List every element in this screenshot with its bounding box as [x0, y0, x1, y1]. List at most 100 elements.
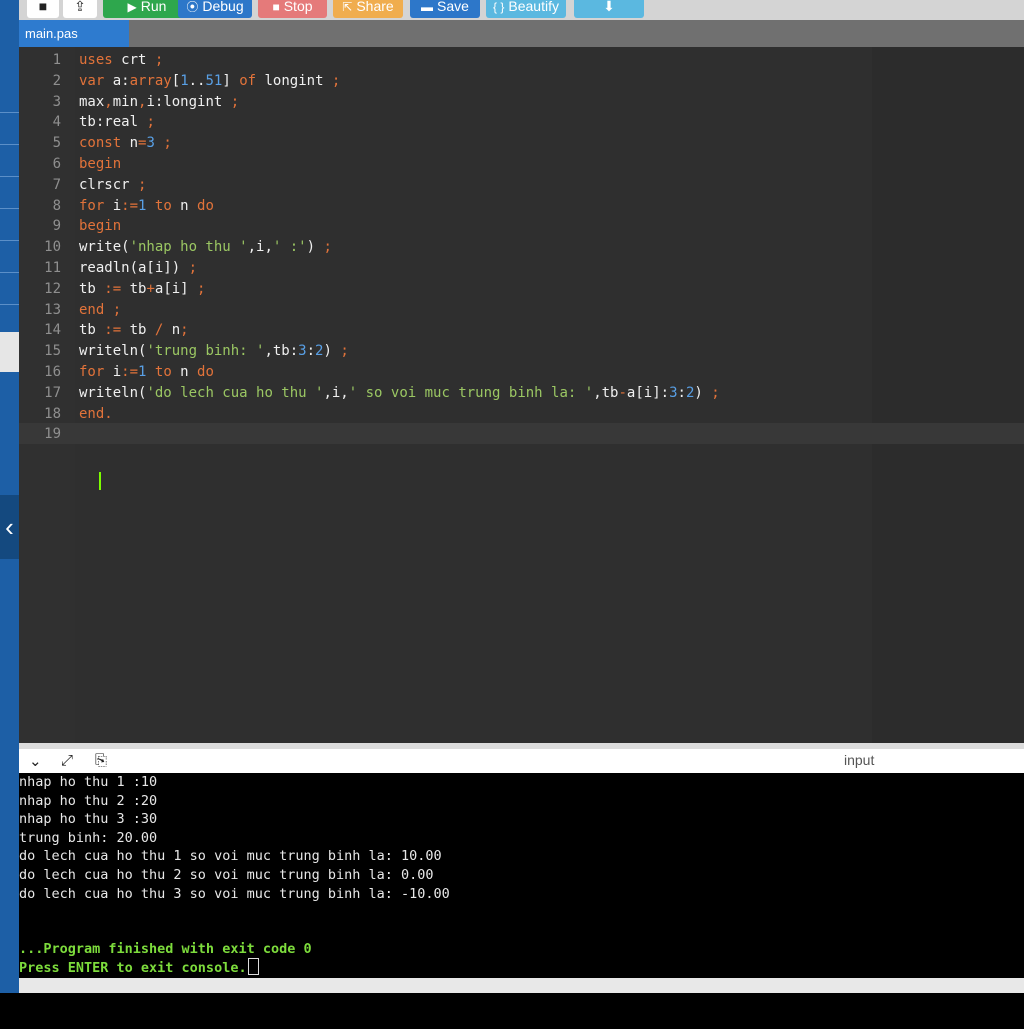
bottom-bar: [19, 978, 1024, 993]
code-token: ,tb:: [264, 343, 299, 360]
code-token: tb: [121, 322, 155, 339]
code-token: var: [79, 72, 105, 89]
code-token: writeln(: [79, 343, 147, 360]
stop-label: Stop: [283, 0, 313, 14]
line-number: 8: [52, 197, 61, 214]
code-text: end.: [79, 404, 113, 425]
code-token: longint: [256, 72, 332, 89]
sidebar-divider: [0, 240, 19, 241]
upload-icon: ⇪: [74, 0, 86, 14]
code-text: writeln('do lech cua ho thu ',i,' so voi…: [79, 383, 720, 404]
braces-icon: { }: [493, 0, 505, 14]
code-text: var a:array[1..51] of longint ;: [79, 71, 340, 92]
debug-label: Debug: [202, 0, 244, 14]
code-token: to: [154, 364, 172, 380]
expand-icon[interactable]: ⤢: [61, 752, 73, 769]
code-token: tb: [121, 280, 147, 297]
code-token: a[i]: [154, 280, 198, 297]
code-editor[interactable]: 1 uses crt ; 2 var a:array[1..51] of longin…: [19, 47, 1024, 743]
code-token: :=: [104, 280, 122, 297]
code-text: uses crt ;: [79, 50, 163, 71]
code-text: for i:=1 to n do: [79, 196, 214, 217]
code-token: tb: [79, 280, 105, 297]
input-label[interactable]: input: [844, 752, 874, 768]
editor-margin: [872, 47, 1024, 743]
exit-code-message: ...Program finished with exit code 0: [19, 941, 312, 957]
code-token: to: [154, 197, 172, 214]
code-token: for: [79, 364, 105, 380]
code-token: ;: [163, 135, 172, 152]
code-token: ): [323, 343, 341, 360]
line-number: 11: [44, 260, 61, 276]
code-token: ..: [188, 72, 206, 89]
clear-console-icon[interactable]: ⎘: [95, 752, 107, 769]
line-number: 4: [52, 114, 61, 131]
sidebar-divider: [0, 272, 19, 273]
code-token: tb: [79, 322, 105, 339]
code-token: :=: [104, 322, 122, 339]
code-text: tb := tb+a[i] ;: [79, 279, 205, 300]
sidebar-item-highlight[interactable]: [0, 332, 19, 372]
file-tab-bar: main.pas: [19, 20, 1024, 47]
line-number: 15: [44, 343, 61, 360]
tab-main-pas[interactable]: main.pas: [19, 20, 129, 47]
code-token: ;: [180, 322, 189, 339]
code-token: ,i,: [323, 384, 349, 401]
sidebar-collapse-icon[interactable]: ‹: [0, 495, 19, 559]
code-token: ,i,: [247, 239, 273, 256]
code-text: max,min,i:longint ;: [79, 92, 239, 113]
download-button[interactable]: ⬇: [574, 0, 644, 18]
code-token: ;: [138, 176, 147, 193]
code-token: begin: [79, 156, 122, 172]
share-icon: ⇱: [342, 0, 353, 14]
code-token: 51: [205, 72, 223, 89]
code-token: ): [694, 384, 712, 401]
toolbar: ■ ⇪ ▶ Run ⦿ Debug ■ Stop ⇱ Share ▬ Save { } Be…: [19, 0, 1024, 20]
console-output[interactable]: nhap ho thu 1 :10 nhap ho thu 2 :20 nhap h…: [19, 773, 1024, 978]
debug-icon: ⦿: [186, 0, 199, 14]
save-label: Save: [437, 0, 469, 14]
chevron-down-icon[interactable]: ⌄: [29, 752, 42, 770]
code-token: ;: [711, 384, 720, 401]
code-token: :=: [121, 197, 139, 214]
code-token: tb:real: [79, 114, 147, 131]
press-enter-text: Press ENTER to exit console.: [19, 960, 247, 976]
line-number: 5: [52, 135, 61, 152]
save-button[interactable]: ▬ Save: [410, 0, 480, 18]
code-text: begin: [79, 216, 121, 237]
code-token: :: [677, 384, 686, 401]
code-token: i: [104, 197, 122, 214]
active-line-highlight: [19, 423, 1024, 444]
console-line: nhap ho thu 1 :10: [19, 774, 158, 790]
share-button[interactable]: ⇱ Share: [333, 0, 403, 18]
console-line: do lech cua ho thu 1 so voi muc trung bi…: [19, 848, 442, 865]
code-token: const: [79, 135, 122, 152]
code-token: do: [197, 364, 214, 380]
code-token: end: [79, 301, 105, 318]
code-token: crt: [112, 52, 155, 68]
line-number: 18: [44, 405, 61, 422]
new-file-button[interactable]: ■: [27, 0, 59, 18]
code-token: :=: [121, 364, 139, 380]
code-token: ;: [188, 260, 198, 276]
code-token: 3: [298, 343, 307, 360]
line-number: 10: [44, 239, 61, 256]
code-token: end.: [79, 405, 113, 422]
console-line: do lech cua ho thu 2 so voi muc trung bi…: [19, 867, 434, 883]
stop-icon: ■: [272, 0, 280, 14]
code-token: ]: [222, 72, 240, 89]
line-number: 3: [52, 93, 61, 110]
code-token: readln(a[i]): [79, 260, 189, 276]
upload-button[interactable]: ⇪: [63, 0, 97, 18]
debug-button[interactable]: ⦿ Debug: [178, 0, 252, 18]
code-text: tb := tb / n;: [79, 320, 189, 341]
code-text: clrscr ;: [79, 175, 146, 196]
stop-button[interactable]: ■ Stop: [258, 0, 327, 18]
sidebar-divider: [0, 304, 19, 305]
code-token: 3: [669, 384, 678, 401]
beautify-button[interactable]: { } Beautify: [486, 0, 566, 18]
code-text: readln(a[i]) ;: [79, 258, 197, 279]
code-token: 1: [180, 72, 189, 89]
code-token: n: [171, 364, 198, 380]
code-token: ;: [197, 280, 206, 297]
